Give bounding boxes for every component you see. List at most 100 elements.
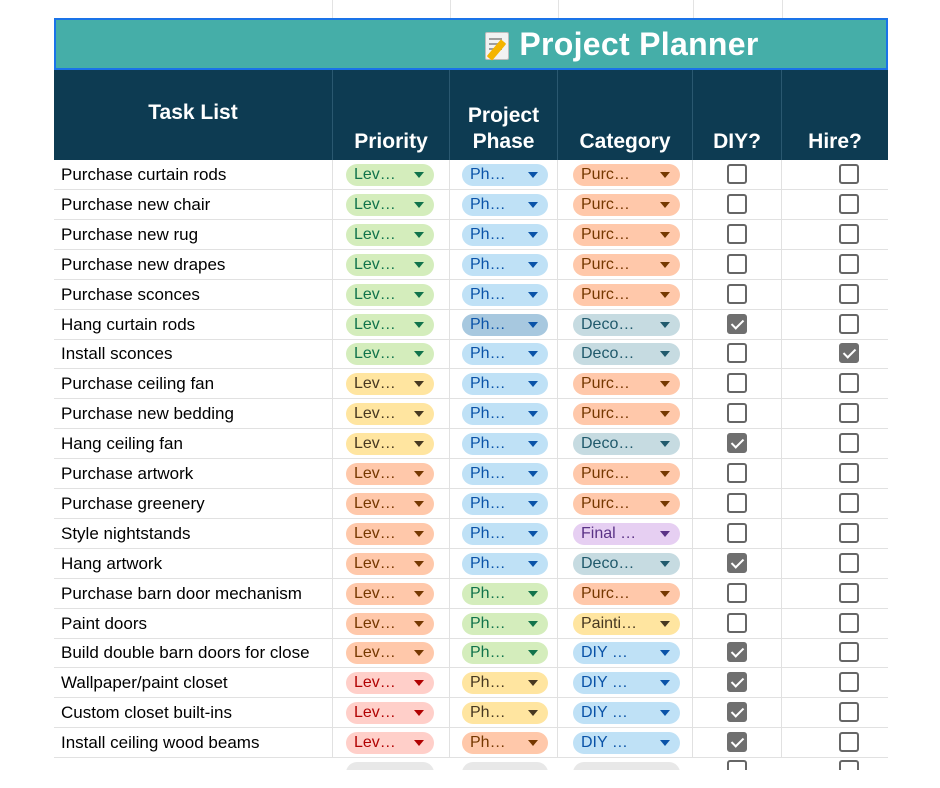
phase-cell[interactable]: Ph… bbox=[450, 488, 558, 518]
empty-hire-checkbox[interactable] bbox=[839, 760, 859, 770]
diy-cell[interactable] bbox=[693, 339, 782, 369]
hire-checkbox[interactable] bbox=[839, 193, 859, 214]
hire-cell[interactable] bbox=[782, 369, 888, 398]
priority-cell[interactable]: Lev… bbox=[333, 219, 450, 249]
hire-cell[interactable] bbox=[782, 579, 888, 608]
priority-cell[interactable]: Lev… bbox=[333, 249, 450, 279]
diy-cell[interactable] bbox=[693, 399, 782, 429]
phase-dropdown[interactable]: Ph… bbox=[462, 522, 548, 545]
diy-checkbox[interactable] bbox=[727, 552, 747, 573]
diy-checkbox[interactable] bbox=[727, 702, 747, 723]
category-cell[interactable]: Purc… bbox=[558, 459, 693, 488]
priority-cell[interactable]: Lev… bbox=[333, 399, 450, 429]
hire-checkbox[interactable] bbox=[839, 492, 859, 513]
category-dropdown[interactable]: Purc… bbox=[573, 193, 680, 216]
phase-cell[interactable]: Ph… bbox=[450, 728, 558, 758]
diy-checkbox[interactable] bbox=[727, 492, 747, 513]
priority-cell[interactable]: Lev… bbox=[333, 698, 450, 728]
header-task-list[interactable]: Task List bbox=[54, 70, 333, 160]
hire-checkbox[interactable] bbox=[839, 642, 859, 663]
priority-cell[interactable]: Lev… bbox=[333, 638, 450, 668]
phase-dropdown[interactable]: Ph… bbox=[462, 492, 548, 515]
task-cell[interactable]: Paint doors bbox=[54, 608, 333, 638]
task-cell[interactable]: Purchase new chair bbox=[54, 189, 333, 219]
category-dropdown[interactable]: Purc… bbox=[573, 403, 680, 426]
diy-cell[interactable] bbox=[693, 668, 782, 698]
phase-dropdown[interactable]: Ph… bbox=[462, 552, 548, 575]
title-banner[interactable]: Project Planner bbox=[54, 18, 888, 70]
priority-dropdown[interactable]: Lev… bbox=[346, 283, 434, 306]
category-cell[interactable]: Purc… bbox=[558, 249, 693, 279]
task-cell[interactable]: Style nightstands bbox=[54, 518, 333, 548]
hire-checkbox[interactable] bbox=[839, 373, 859, 394]
hire-checkbox[interactable] bbox=[839, 672, 859, 693]
diy-checkbox[interactable] bbox=[727, 463, 747, 483]
diy-cell[interactable] bbox=[693, 728, 782, 758]
category-cell[interactable]: DIY … bbox=[558, 668, 693, 698]
category-cell[interactable]: DIY … bbox=[558, 728, 693, 758]
category-cell[interactable]: Purc… bbox=[558, 160, 693, 189]
priority-cell[interactable]: Lev… bbox=[333, 339, 450, 369]
phase-cell[interactable]: Ph… bbox=[450, 518, 558, 548]
category-cell[interactable]: DIY … bbox=[558, 698, 693, 728]
hire-cell[interactable] bbox=[782, 429, 888, 458]
phase-cell[interactable]: Ph… bbox=[450, 548, 558, 578]
hire-cell[interactable] bbox=[782, 190, 888, 219]
priority-cell[interactable]: Lev… bbox=[333, 189, 450, 219]
priority-dropdown[interactable]: Lev… bbox=[346, 433, 434, 456]
hire-cell[interactable] bbox=[782, 220, 888, 249]
diy-checkbox[interactable] bbox=[727, 672, 747, 693]
diy-checkbox[interactable] bbox=[727, 193, 747, 214]
hire-cell[interactable] bbox=[782, 250, 888, 279]
priority-dropdown[interactable]: Lev… bbox=[346, 582, 434, 605]
hire-checkbox[interactable] bbox=[839, 732, 859, 753]
empty-category-chip[interactable] bbox=[573, 762, 680, 770]
diy-checkbox[interactable] bbox=[727, 343, 747, 364]
hire-checkbox[interactable] bbox=[839, 223, 859, 244]
phase-dropdown[interactable]: Ph… bbox=[462, 343, 548, 366]
header-hire[interactable]: Hire? bbox=[782, 70, 888, 160]
priority-cell[interactable]: Lev… bbox=[333, 578, 450, 608]
empty-phase-chip[interactable] bbox=[462, 762, 548, 770]
diy-checkbox[interactable] bbox=[727, 522, 747, 543]
diy-cell[interactable] bbox=[693, 698, 782, 728]
phase-dropdown[interactable]: Ph… bbox=[462, 164, 548, 186]
category-cell[interactable]: Purc… bbox=[558, 369, 693, 399]
priority-dropdown[interactable]: Lev… bbox=[346, 313, 434, 336]
diy-cell[interactable] bbox=[693, 578, 782, 608]
phase-dropdown[interactable]: Ph… bbox=[462, 223, 548, 246]
empty-priority-chip[interactable] bbox=[346, 762, 434, 770]
category-cell[interactable]: Painti… bbox=[558, 608, 693, 638]
phase-cell[interactable]: Ph… bbox=[450, 578, 558, 608]
diy-checkbox[interactable] bbox=[727, 223, 747, 244]
priority-dropdown[interactable]: Lev… bbox=[346, 642, 434, 665]
diy-checkbox[interactable] bbox=[727, 313, 747, 334]
hire-checkbox[interactable] bbox=[839, 463, 859, 483]
priority-dropdown[interactable]: Lev… bbox=[346, 552, 434, 575]
header-diy[interactable]: DIY? bbox=[693, 70, 782, 160]
phase-dropdown[interactable]: Ph… bbox=[462, 702, 548, 725]
diy-cell[interactable] bbox=[693, 189, 782, 219]
category-cell[interactable]: Purc… bbox=[558, 219, 693, 249]
category-cell[interactable]: Final … bbox=[558, 518, 693, 548]
category-dropdown[interactable]: Purc… bbox=[573, 253, 680, 276]
phase-dropdown[interactable]: Ph… bbox=[462, 253, 548, 276]
phase-dropdown[interactable]: Ph… bbox=[462, 672, 548, 695]
diy-cell[interactable] bbox=[693, 459, 782, 488]
phase-dropdown[interactable]: Ph… bbox=[462, 732, 548, 755]
task-cell[interactable]: Wallpaper/paint closet bbox=[54, 668, 333, 698]
phase-cell[interactable]: Ph… bbox=[450, 668, 558, 698]
priority-dropdown[interactable]: Lev… bbox=[346, 672, 434, 695]
task-cell[interactable]: Build double barn doors for close bbox=[54, 638, 333, 668]
phase-dropdown[interactable]: Ph… bbox=[462, 283, 548, 306]
category-dropdown[interactable]: DIY … bbox=[573, 702, 680, 725]
hire-checkbox[interactable] bbox=[839, 164, 859, 184]
priority-dropdown[interactable]: Lev… bbox=[346, 612, 434, 635]
priority-dropdown[interactable]: Lev… bbox=[346, 343, 434, 366]
diy-cell[interactable] bbox=[693, 249, 782, 279]
category-cell[interactable]: Purc… bbox=[558, 279, 693, 309]
category-dropdown[interactable]: Painti… bbox=[573, 612, 680, 635]
header-project-phase[interactable]: Project Phase bbox=[450, 70, 558, 160]
diy-checkbox[interactable] bbox=[727, 433, 747, 454]
task-cell[interactable]: Purchase ceiling fan bbox=[54, 369, 333, 399]
